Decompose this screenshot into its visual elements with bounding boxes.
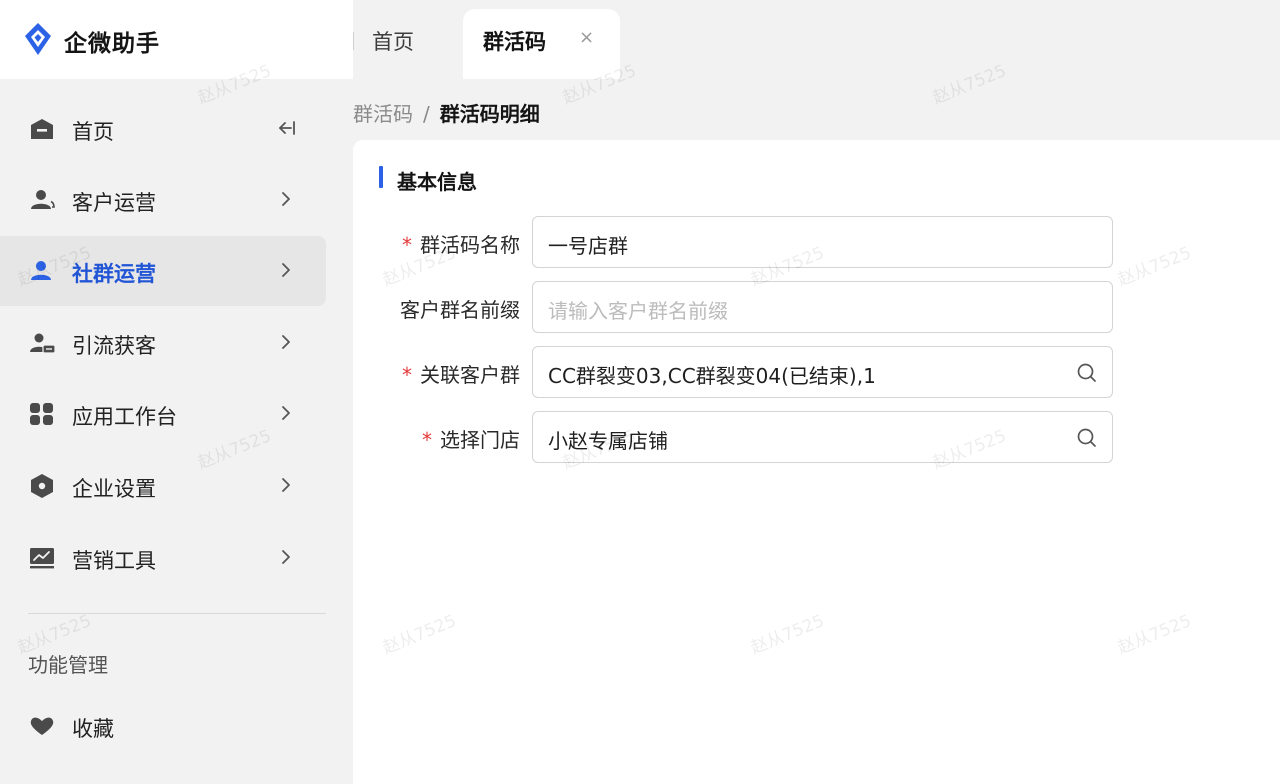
search-icon[interactable]: [1075, 426, 1099, 450]
required-mark: *: [402, 363, 412, 387]
sidebar-item-label: 营销工具: [72, 549, 156, 573]
sidebar-item-label: 引流获客: [72, 334, 156, 358]
heart-icon: [30, 717, 54, 735]
form-row-linked-groups: * 关联客户群 CC群裂变03,CC群裂变04(已结束),1: [353, 346, 1280, 398]
brand-diamond-icon: [25, 23, 51, 55]
required-mark: *: [422, 428, 432, 452]
sidebar-item-label: 社群运营: [72, 262, 156, 286]
chevron-right-icon: [282, 406, 290, 420]
sidebar-item-acquisition[interactable]: 引流获客: [0, 308, 326, 378]
linked-groups-select[interactable]: CC群裂变03,CC群裂变04(已结束),1: [532, 346, 1113, 398]
sidebar-item-app-workbench[interactable]: 应用工作台: [0, 379, 326, 449]
sidebar-item-favorites[interactable]: 收藏: [0, 691, 326, 761]
breadcrumb: 群活码 / 群活码明细: [353, 98, 540, 127]
tab-divider: [353, 32, 354, 50]
form-row-name: * 群活码名称 一号店群: [353, 216, 1280, 268]
field-label: * 关联客户群: [402, 363, 520, 387]
community-icon: [31, 261, 51, 280]
detail-panel: 基本信息 * 群活码名称 一号店群 客户群名前缀 请输入客户群名前缀 * 关联客户群…: [353, 140, 1280, 784]
section-title: 基本信息: [397, 170, 477, 194]
customers-icon: [31, 190, 55, 209]
sidebar-item-home[interactable]: 首页: [0, 94, 326, 164]
search-icon[interactable]: [1075, 361, 1099, 385]
group-qrcode-name-input[interactable]: 一号店群: [532, 216, 1113, 268]
sidebar-item-marketing-tools[interactable]: 营销工具: [0, 523, 326, 593]
field-label: * 群活码名称: [402, 233, 520, 257]
breadcrumb-separator: /: [423, 102, 430, 126]
chart-icon: [30, 548, 54, 569]
input-value: 小赵专属店铺: [548, 429, 668, 453]
breadcrumb-current: 群活码明细: [439, 102, 540, 126]
section-accent-bar: [379, 166, 383, 188]
settings-hexagon-icon: [31, 474, 53, 498]
chevron-right-icon: [282, 478, 290, 492]
form-row-store: * 选择门店 小赵专属店铺: [353, 411, 1280, 463]
sidebar: 首页 客户运营 社群运营 引流获客 应用工作台 企业设置 营销工具 功能管理 收…: [0, 79, 353, 784]
apps-grid-icon: [30, 403, 53, 425]
home-icon: [31, 119, 53, 139]
chevron-right-icon: [282, 335, 290, 349]
breadcrumb-parent[interactable]: 群活码: [353, 102, 413, 126]
sidebar-item-community-ops[interactable]: 社群运营: [0, 236, 326, 306]
input-value: 一号店群: [548, 234, 628, 258]
user-acquisition-icon: [30, 333, 56, 354]
sidebar-item-label: 应用工作台: [72, 405, 177, 429]
app-title: 企微助手: [64, 31, 160, 57]
required-mark: *: [402, 233, 412, 257]
chevron-right-icon: [282, 192, 290, 206]
sidebar-divider: [28, 613, 326, 614]
tab-close-icon[interactable]: ×: [579, 26, 594, 50]
input-value: CC群裂变03,CC群裂变04(已结束),1: [548, 364, 876, 388]
sidebar-section-title: 功能管理: [28, 653, 108, 677]
sidebar-item-label: 企业设置: [72, 477, 156, 501]
field-label: 客户群名前缀: [400, 298, 520, 322]
sidebar-item-label: 收藏: [72, 717, 114, 741]
group-name-prefix-input[interactable]: 请输入客户群名前缀: [532, 281, 1113, 333]
tab-label: 群活码: [483, 30, 546, 54]
tab-group-qrcode[interactable]: 群活码 ×: [463, 9, 620, 79]
sidebar-item-enterprise-settings[interactable]: 企业设置: [0, 451, 326, 521]
sidebar-item-label: 首页: [72, 120, 114, 144]
logo-area: 企微助手: [0, 0, 353, 79]
sidebar-item-customer-ops[interactable]: 客户运营: [0, 165, 326, 235]
sidebar-item-label: 客户运营: [72, 191, 156, 215]
field-label: * 选择门店: [422, 428, 520, 452]
input-placeholder: 请输入客户群名前缀: [548, 299, 728, 323]
tab-home[interactable]: 首页: [372, 26, 414, 56]
top-bar: 企微助手 首页 群活码 ×: [0, 0, 1280, 79]
chevron-right-icon: [282, 550, 290, 564]
form-row-prefix: 客户群名前缀 请输入客户群名前缀: [353, 281, 1280, 333]
chevron-right-icon: [282, 263, 290, 277]
collapse-icon[interactable]: [276, 116, 296, 140]
store-select[interactable]: 小赵专属店铺: [532, 411, 1113, 463]
